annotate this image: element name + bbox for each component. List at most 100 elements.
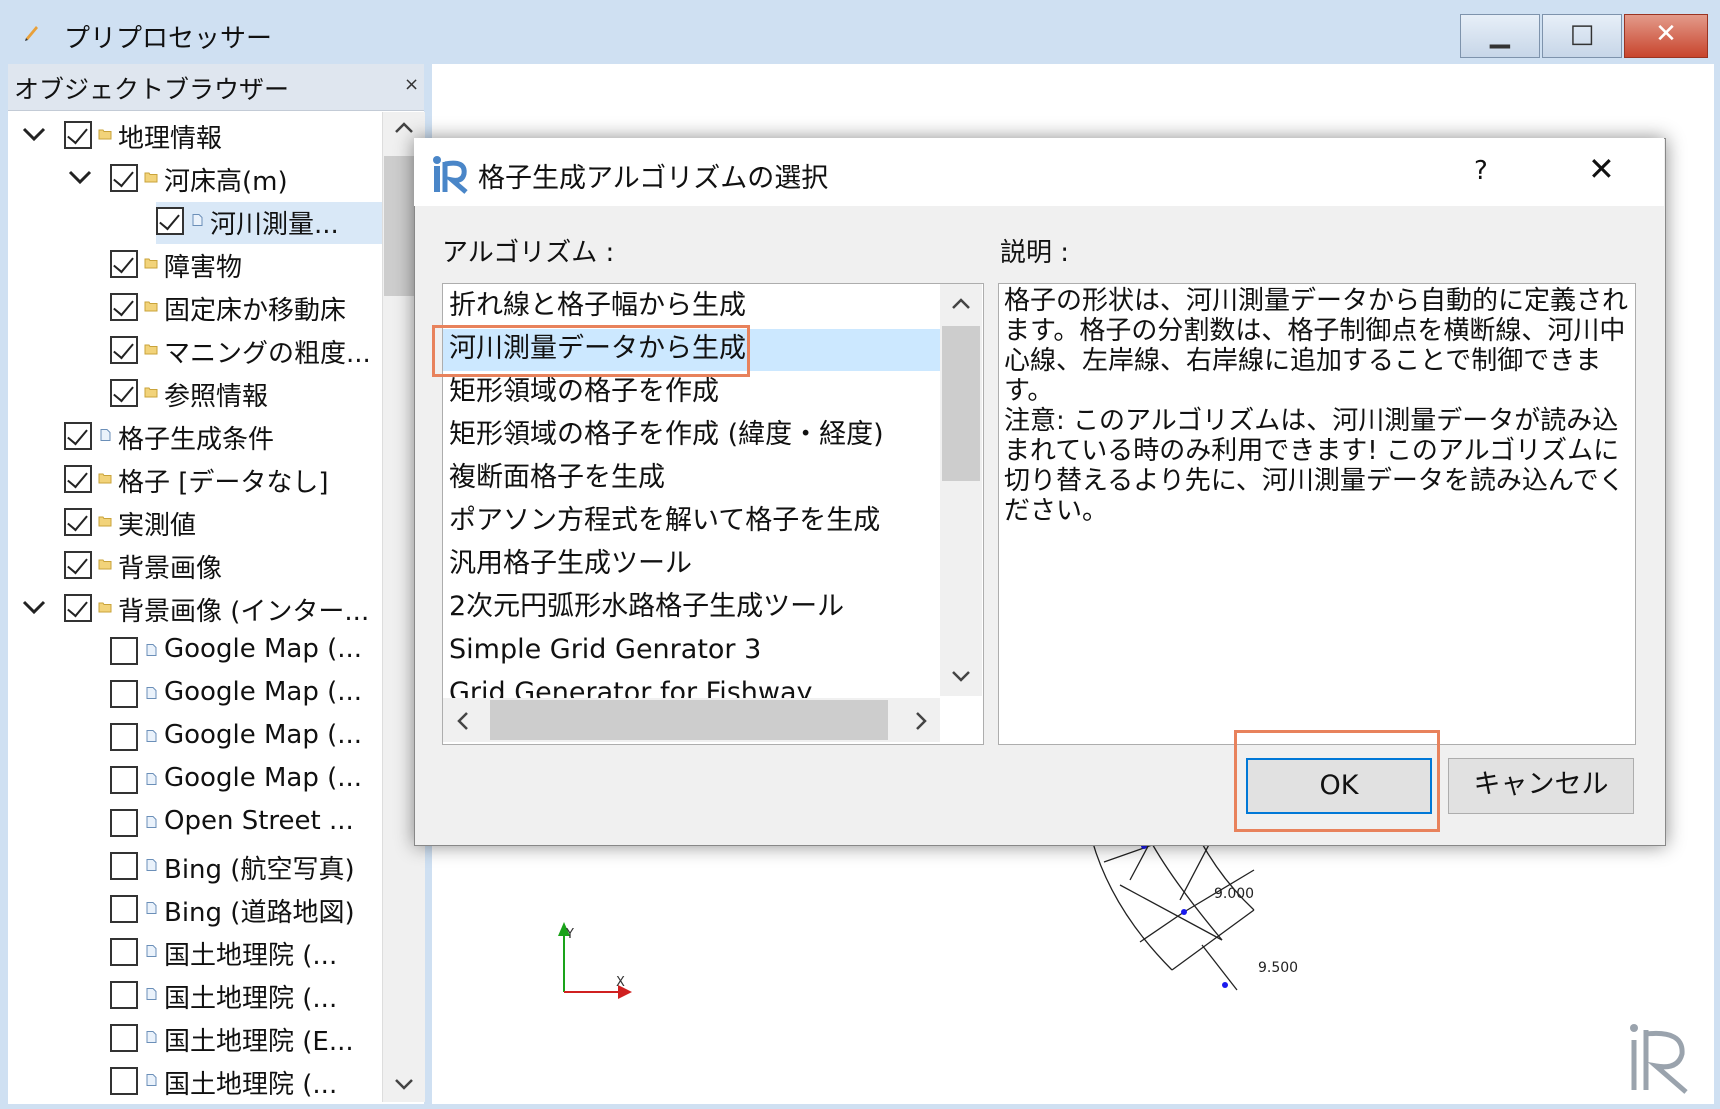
tree-item-label: 障害物 <box>164 253 243 283</box>
tree-item[interactable]: 国土地理院 (... <box>8 976 382 1018</box>
tree-item[interactable]: Open Street ... <box>8 804 382 846</box>
minimize-button[interactable]: ▁ <box>1460 14 1540 58</box>
checkbox[interactable] <box>64 594 92 622</box>
folder-icon <box>144 172 158 183</box>
tree-item[interactable]: 実測値 <box>8 503 382 545</box>
dialog-close-button[interactable]: ✕ <box>1588 150 1615 188</box>
dialog-help-button[interactable]: ? <box>1474 156 1488 186</box>
tree-item-label: Bing (道路地図) <box>164 898 355 928</box>
ok-button[interactable]: OK <box>1246 758 1432 814</box>
checkbox[interactable] <box>110 1067 138 1095</box>
list-item[interactable]: 矩形領域の格子を作成 (緯度・経度) <box>449 414 884 456</box>
scroll-right-icon[interactable] <box>913 711 929 731</box>
file-icon <box>146 988 157 1000</box>
tree-item[interactable]: 固定床か移動床 <box>8 288 382 330</box>
checkbox[interactable] <box>110 379 138 407</box>
tree-item[interactable]: 国土地理院 (... <box>8 933 382 975</box>
checkbox[interactable] <box>110 852 138 880</box>
checkbox[interactable] <box>64 422 92 450</box>
tree-item[interactable]: 参照情報 <box>8 374 382 416</box>
list-item[interactable]: 矩形領域の格子を作成 <box>449 371 719 413</box>
tree-item[interactable]: 国土地理院 (E... <box>8 1019 382 1061</box>
checkbox[interactable] <box>64 465 92 493</box>
maximize-button[interactable]: □ <box>1542 14 1622 58</box>
chevron-down-icon[interactable] <box>22 595 46 619</box>
tree-item[interactable]: Google Map (... <box>8 761 382 803</box>
checkbox[interactable] <box>64 508 92 536</box>
tree-item[interactable]: 背景画像 (インター... <box>8 589 382 631</box>
checkbox[interactable] <box>64 121 92 149</box>
object-browser-close-button[interactable]: × <box>404 74 419 95</box>
file-icon <box>146 730 157 742</box>
checkbox[interactable] <box>110 809 138 837</box>
file-icon <box>146 1074 157 1086</box>
checkbox[interactable] <box>110 164 138 192</box>
chevron-down-icon[interactable] <box>22 122 46 146</box>
scroll-down-icon[interactable] <box>393 1076 415 1092</box>
scroll-up-icon[interactable] <box>950 296 972 312</box>
tree-item-label: 参照情報 <box>164 382 269 412</box>
maximize-icon: □ <box>1569 19 1595 49</box>
close-icon: ✕ <box>1655 19 1677 49</box>
checkbox[interactable] <box>110 981 138 1009</box>
list-item[interactable]: ポアソン方程式を解いて格子を生成 <box>449 500 880 542</box>
description-text: 格子の形状は、河川測量データから自動的に定義されます。格子の分割数は、格子制御点… <box>1004 286 1629 526</box>
list-item[interactable]: 折れ線と格子幅から生成 <box>449 285 746 327</box>
tree-item[interactable]: Google Map (... <box>8 675 382 717</box>
checkbox[interactable] <box>156 207 184 235</box>
tree-item[interactable]: Google Map (... <box>8 718 382 760</box>
tree-item[interactable]: Bing (航空写真) <box>8 847 382 889</box>
tree-item-label: 国土地理院 (... <box>164 941 338 971</box>
checkbox[interactable] <box>110 895 138 923</box>
cancel-button[interactable]: キャンセル <box>1448 758 1634 814</box>
checkbox[interactable] <box>110 723 138 751</box>
scroll-left-icon[interactable] <box>455 711 471 731</box>
tree-item-label: 実測値 <box>118 511 197 541</box>
list-item[interactable]: 汎用格子生成ツール <box>449 543 692 585</box>
checkbox[interactable] <box>110 766 138 794</box>
tree-item-label: 河床高(m) <box>164 167 288 197</box>
tree-item-label: 国土地理院 (E... <box>164 1027 354 1057</box>
tree-item-label: Open Street ... <box>164 806 354 836</box>
iric-watermark-logo <box>1630 1024 1688 1094</box>
scroll-down-icon[interactable] <box>950 668 972 684</box>
close-window-button[interactable]: ✕ <box>1624 14 1708 58</box>
list-scroll-thumb[interactable] <box>942 326 980 481</box>
tree-item[interactable]: 背景画像 <box>8 546 382 588</box>
tree-item[interactable]: 河床高(m) <box>8 159 382 201</box>
tree-item[interactable]: 国土地理院 (... <box>8 1062 382 1102</box>
list-item[interactable]: 複断面格子を生成 <box>449 457 665 499</box>
checkbox[interactable] <box>110 250 138 278</box>
list-horizontal-thumb[interactable] <box>490 700 888 740</box>
tree-item[interactable]: 障害物 <box>8 245 382 287</box>
folder-icon <box>98 473 112 484</box>
checkbox[interactable] <box>110 336 138 364</box>
tree-item-label: 格子生成条件 <box>118 425 275 455</box>
tree-item-label: 格子 [データなし] <box>118 468 329 498</box>
chevron-down-icon[interactable] <box>68 165 92 189</box>
tree-item[interactable]: 地理情報 <box>8 116 382 158</box>
scroll-up-icon[interactable] <box>393 120 415 136</box>
grid-label: 9.500 <box>1258 960 1298 976</box>
checkbox[interactable] <box>110 680 138 708</box>
checkbox[interactable] <box>110 1024 138 1052</box>
tree-item[interactable]: マニングの粗度... <box>8 331 382 373</box>
tree-item[interactable]: 格子生成条件 <box>8 417 382 459</box>
tree-item[interactable]: Google Map (... <box>8 632 382 674</box>
tree-item-label: Google Map (... <box>164 763 363 793</box>
list-item[interactable]: Simple Grid Genrator 3 <box>449 629 761 671</box>
file-icon <box>146 902 157 914</box>
folder-icon <box>98 602 112 613</box>
tree-item[interactable]: 河川測量... <box>156 202 382 244</box>
checkbox[interactable] <box>64 551 92 579</box>
checkbox[interactable] <box>110 637 138 665</box>
tree-item-label: Google Map (... <box>164 720 363 750</box>
tree-item[interactable]: 格子 [データなし] <box>8 460 382 502</box>
file-icon <box>146 644 157 656</box>
list-item[interactable]: 2次元円弧形水路格子生成ツール <box>449 586 844 628</box>
folder-icon <box>144 344 158 355</box>
checkbox[interactable] <box>110 293 138 321</box>
checkbox[interactable] <box>110 938 138 966</box>
folder-icon <box>144 258 158 269</box>
tree-item[interactable]: Bing (道路地図) <box>8 890 382 932</box>
